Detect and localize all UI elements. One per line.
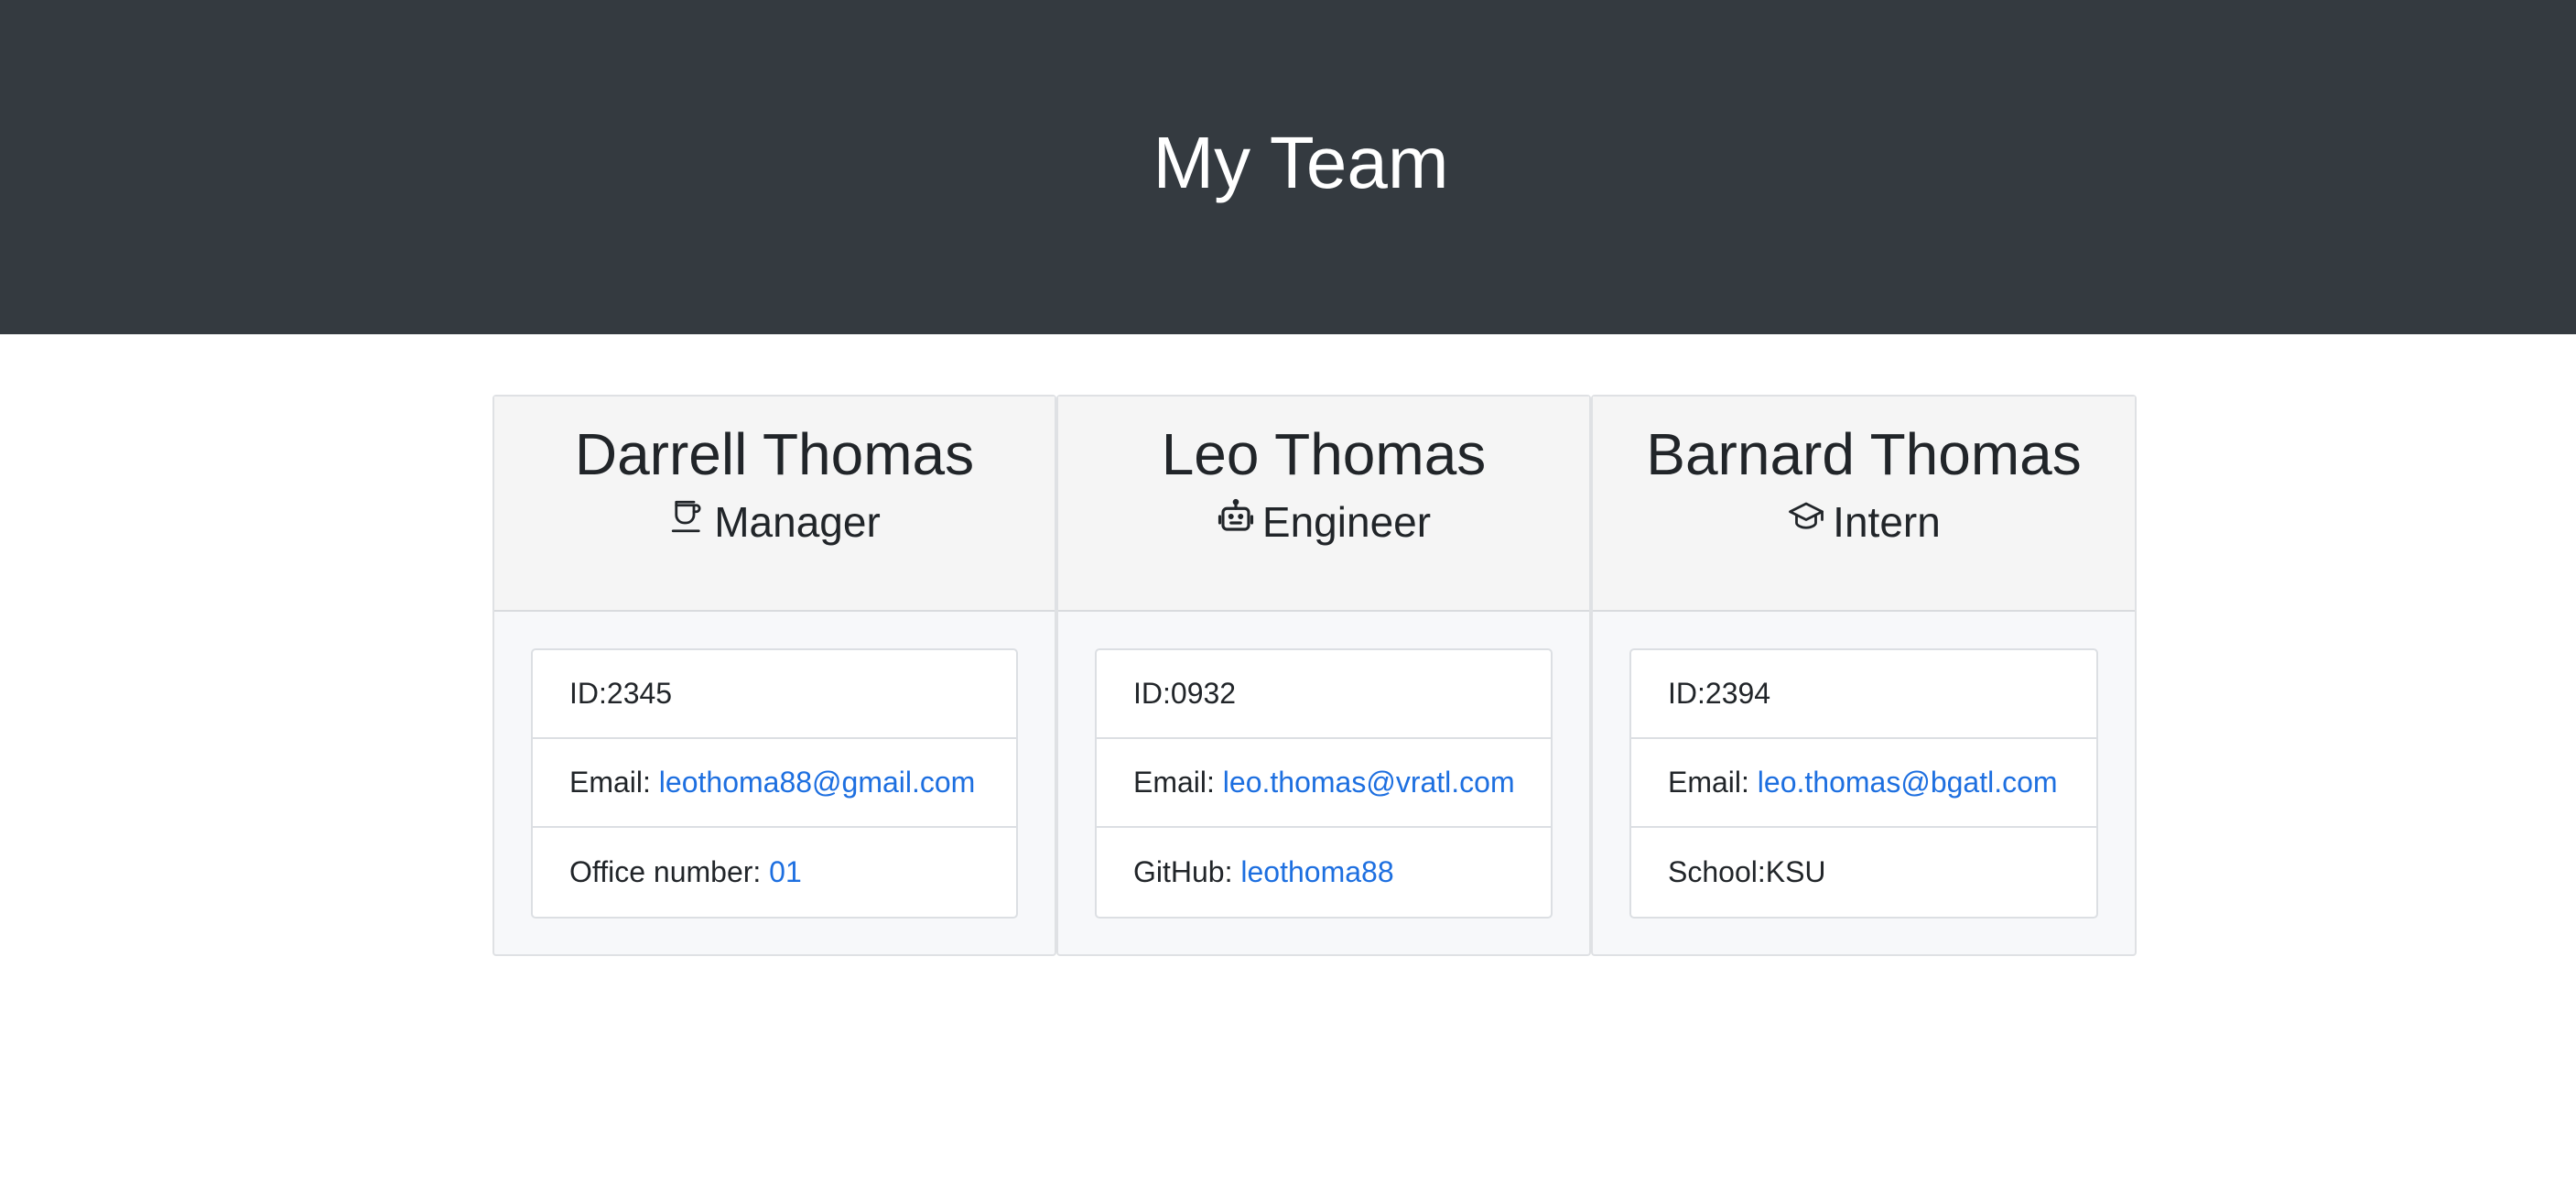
- school: School: KSU: [1631, 828, 2096, 917]
- employee-name: Leo Thomas: [1161, 421, 1487, 487]
- github-label: GitHub:: [1133, 855, 1241, 888]
- employee-card-manager: Darrell Thomas Manager ID:2345 Email: le…: [492, 395, 1056, 956]
- email-label: Email:: [569, 766, 659, 799]
- school-label: School:: [1668, 855, 1766, 888]
- robot-icon: [1218, 498, 1253, 531]
- employee-email: Email: leothoma88@gmail.com: [533, 739, 1016, 828]
- employee-id: ID:2394: [1631, 650, 2096, 739]
- email-link[interactable]: leothoma88@gmail.com: [659, 766, 976, 799]
- employee-email: Email: leo.thomas@vratl.com: [1097, 739, 1551, 828]
- employee-role-label: Intern: [1833, 497, 1941, 546]
- github-link[interactable]: leothoma88: [1240, 855, 1393, 889]
- page-title: My Team: [1153, 121, 1449, 203]
- employee-id-text: ID:2345: [569, 677, 673, 710]
- employee-id-text: ID:2394: [1668, 677, 1771, 710]
- employee-details: ID:0932 Email: leo.thomas@vratl.com GitH…: [1095, 648, 1553, 919]
- employee-role: Engineer: [1058, 497, 1589, 547]
- employee-details: ID:2345 Email: leothoma88@gmail.com Offi…: [531, 648, 1018, 919]
- employee-name: Darrell Thomas: [574, 421, 975, 487]
- coffee-cup-icon: [672, 500, 701, 532]
- school-value: KSU: [1765, 855, 1826, 888]
- employee-id: ID:2345: [533, 650, 1016, 739]
- card-body: ID:2394 Email: leo.thomas@bgatl.com Scho…: [1593, 612, 2135, 955]
- office-number: Office number: 01: [533, 828, 1016, 917]
- employee-role: Manager: [494, 497, 1055, 547]
- employee-role-label: Manager: [714, 497, 881, 546]
- email-label: Email:: [1668, 766, 1758, 799]
- employee-id-text: ID:0932: [1133, 677, 1237, 710]
- graduation-cap-icon: [1789, 502, 1824, 529]
- page-header: My Team: [0, 0, 2576, 334]
- office-number-link[interactable]: 01: [769, 855, 802, 889]
- card-header: Darrell Thomas Manager: [494, 397, 1055, 612]
- card-body: ID:2345 Email: leothoma88@gmail.com Offi…: [494, 612, 1055, 955]
- card-header: Leo Thomas Engineer: [1058, 397, 1589, 612]
- employee-card-engineer: Leo Thomas Engineer ID:0932 Email: leo.t…: [1056, 395, 1591, 956]
- employee-email: Email: leo.thomas@bgatl.com: [1631, 739, 2096, 828]
- employee-role: Intern: [1593, 497, 2135, 547]
- github: GitHub: leothoma88: [1097, 828, 1551, 917]
- employee-role-label: Engineer: [1261, 497, 1432, 546]
- email-link[interactable]: leo.thomas@bgatl.com: [1758, 766, 2058, 799]
- email-label: Email:: [1133, 766, 1223, 799]
- employee-id: ID:0932: [1097, 650, 1551, 739]
- email-link[interactable]: leo.thomas@vratl.com: [1223, 766, 1515, 799]
- employee-details: ID:2394 Email: leo.thomas@bgatl.com Scho…: [1629, 648, 2098, 919]
- card-body: ID:0932 Email: leo.thomas@vratl.com GitH…: [1058, 612, 1589, 955]
- office-number-label: Office number:: [569, 855, 770, 888]
- card-header: Barnard Thomas Intern: [1593, 397, 2135, 612]
- employee-name: Barnard Thomas: [1646, 421, 2082, 487]
- employee-card-intern: Barnard Thomas Intern ID:2394 Email: leo…: [1591, 395, 2137, 956]
- team-cards: Darrell Thomas Manager ID:2345 Email: le…: [492, 395, 2137, 956]
